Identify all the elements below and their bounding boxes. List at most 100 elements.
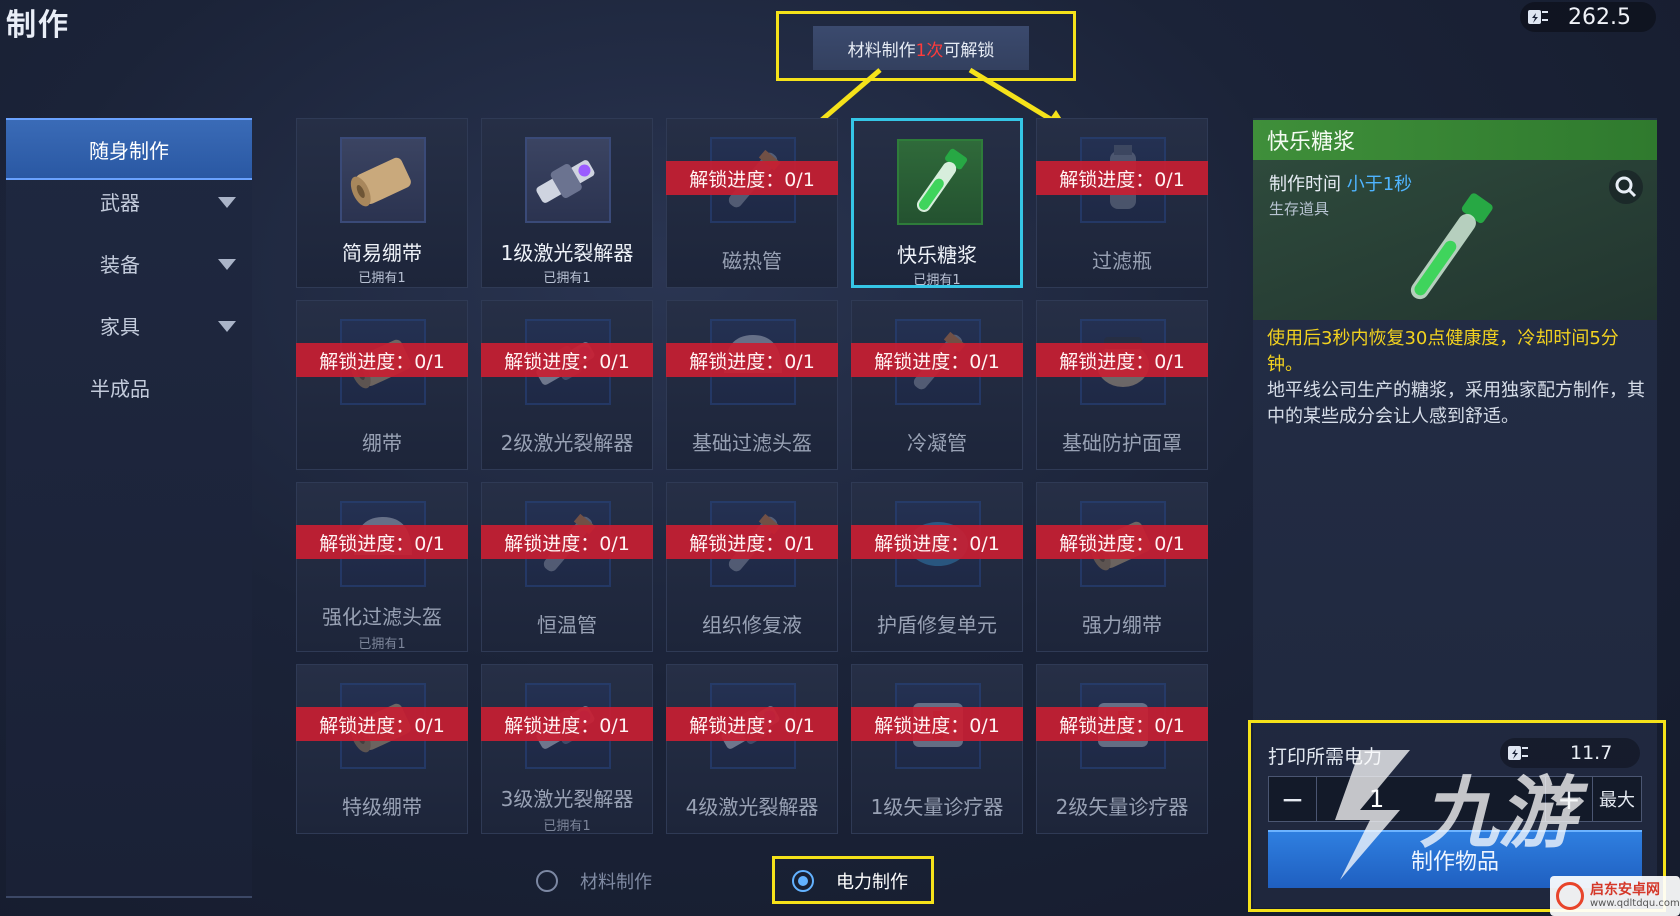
unlock-progress: 解锁进度：0/1 <box>296 525 468 559</box>
recipe-card[interactable]: 解锁进度：0/1 4级激光裂解器 <box>666 664 838 834</box>
hint-pre: 材料制作 <box>847 40 916 61</box>
unlock-progress: 解锁进度：0/1 <box>296 343 468 377</box>
unlock-progress: 解锁进度：0/1 <box>851 707 1023 741</box>
unlock-progress: 解锁进度：0/1 <box>666 161 838 195</box>
hint-count: 1次 <box>915 40 944 61</box>
recipe-name: 1级激光裂解器 <box>500 241 634 265</box>
site-watermark: 启东安卓网 www.qdltdqu.com <box>1550 876 1680 916</box>
recipe-card[interactable]: 解锁进度：0/1 护盾修复单元 <box>851 482 1023 652</box>
sidebar-item-furniture[interactable]: 家具 <box>6 294 252 356</box>
recipe-name: 基础过滤头盔 <box>692 431 812 455</box>
recipe-name: 3级激光裂解器 <box>500 787 634 811</box>
chevron-down-icon <box>218 259 236 270</box>
owned-count: 已拥有1 <box>543 271 591 286</box>
unlock-progress: 解锁进度：0/1 <box>481 525 653 559</box>
power-plug-icon <box>1526 6 1550 28</box>
recipe-card[interactable]: 解锁进度：0/1 特级绷带 <box>296 664 468 834</box>
syrup-vial-icon <box>1410 193 1493 300</box>
recipe-name: 简易绷带 <box>342 241 422 265</box>
sidebar-item-label: 装备 <box>100 252 140 277</box>
recipe-name: 组织修复液 <box>702 613 802 637</box>
recipe-card[interactable]: 解锁进度：0/1 组织修复液 <box>666 482 838 652</box>
recipe-card[interactable]: 快乐糖浆 已拥有1 <box>851 118 1023 288</box>
radio-off-icon <box>536 870 558 892</box>
power-plug-icon <box>1506 742 1530 764</box>
recipe-card[interactable]: 解锁进度：0/1 3级激光裂解器已拥有1 <box>481 664 653 834</box>
recipe-card[interactable]: 简易绷带已拥有1 <box>296 118 468 288</box>
detail-title: 快乐糖浆 <box>1253 120 1657 160</box>
recipe-card[interactable]: 解锁进度：0/1 2级激光裂解器 <box>481 300 653 470</box>
craft-mode-toggle: 材料制作 电力制作 <box>520 856 1240 906</box>
recipe-name: 1级矢量诊疗器 <box>870 795 1004 819</box>
quantity-value: 1 <box>1369 785 1385 813</box>
unlock-progress: 解锁进度：0/1 <box>666 343 838 377</box>
recipe-name: 冷凝管 <box>907 431 967 455</box>
sidebar-item-label: 武器 <box>100 190 140 215</box>
sidebar-item-label: 半成品 <box>90 376 150 401</box>
recipe-name: 磁热管 <box>722 249 782 273</box>
sidebar-item-weapons[interactable]: 武器 <box>6 170 252 232</box>
mode-power[interactable]: 电力制作 <box>792 868 908 894</box>
recipe-name: 绷带 <box>362 431 402 455</box>
owned-count: 已拥有1 <box>543 819 591 834</box>
bandage-icon <box>340 137 426 223</box>
recipe-card[interactable]: 解锁进度：0/1 磁热管 <box>666 118 838 288</box>
craft-time-label: 制作时间 <box>1269 174 1341 195</box>
hint-post: 可解锁 <box>943 40 995 61</box>
sidebar-item-label: 家具 <box>100 314 140 339</box>
recipe-name: 4级激光裂解器 <box>685 795 819 819</box>
item-category: 生存道具 <box>1269 200 1330 218</box>
recipe-card[interactable]: 解锁进度：0/1 基础防护面罩 <box>1036 300 1208 470</box>
unlock-progress: 解锁进度：0/1 <box>851 343 1023 377</box>
owned-count: 已拥有1 <box>913 273 961 288</box>
recipe-card[interactable]: 解锁进度：0/1 2级矢量诊疗器 <box>1036 664 1208 834</box>
unlock-progress: 解锁进度：0/1 <box>666 707 838 741</box>
category-sidebar: 随身制作 武器 装备 家具 半成品 <box>6 118 252 898</box>
max-button[interactable]: 最大 <box>1593 777 1641 821</box>
unlock-progress: 解锁进度：0/1 <box>1036 343 1208 377</box>
recipe-card[interactable]: 1级激光裂解器已拥有1 <box>481 118 653 288</box>
lore-text: 地平线公司生产的糖浆，采用独家配方制作，其中的某些成分会让人感到舒适。 <box>1267 380 1645 427</box>
recipe-name: 恒温管 <box>537 613 597 637</box>
radio-on-icon <box>792 870 814 892</box>
unlock-progress: 解锁进度：0/1 <box>1036 707 1208 741</box>
recipe-name: 护盾修复单元 <box>877 613 997 637</box>
owned-count: 已拥有1 <box>358 271 406 286</box>
recipe-name: 强力绷带 <box>1082 613 1162 637</box>
unlock-progress: 解锁进度：0/1 <box>1036 525 1208 559</box>
recipe-card[interactable]: 解锁进度：0/1 恒温管 <box>481 482 653 652</box>
unlock-hint: 材料制作 1次 可解锁 <box>813 26 1029 70</box>
mode-label: 材料制作 <box>580 872 652 893</box>
recipe-name: 2级激光裂解器 <box>500 431 634 455</box>
craft-time-value: 小于1秒 <box>1346 174 1413 195</box>
unlock-progress: 解锁进度：0/1 <box>481 707 653 741</box>
craft-time: 制作时间 小于1秒 <box>1269 170 1412 196</box>
recipe-name: 特级绷带 <box>342 795 422 819</box>
decrease-button[interactable]: − <box>1269 777 1317 821</box>
quantity-stepper: − 1 + 最大 <box>1268 776 1642 822</box>
syrup-icon <box>897 139 983 225</box>
power-value: 262.5 <box>1568 4 1631 30</box>
unlock-progress: 解锁进度：0/1 <box>296 707 468 741</box>
site-title: 启东安卓网 <box>1590 882 1660 898</box>
recipe-name: 基础防护面罩 <box>1062 431 1182 455</box>
mode-material[interactable]: 材料制作 <box>536 868 652 894</box>
mode-label: 电力制作 <box>836 872 908 893</box>
recipe-card[interactable]: 解锁进度：0/1 强力绷带 <box>1036 482 1208 652</box>
zoom-button[interactable] <box>1609 170 1643 204</box>
recipe-card[interactable]: 解锁进度：0/1 冷凝管 <box>851 300 1023 470</box>
unlock-progress: 解锁进度：0/1 <box>481 343 653 377</box>
power-cost-label: 打印所需电力 <box>1268 746 1383 768</box>
power-readout: 262.5 <box>1520 2 1656 32</box>
power-cost: 11.7 <box>1500 738 1640 768</box>
recipe-card[interactable]: 解锁进度：0/1 绷带 <box>296 300 468 470</box>
recipe-card[interactable]: 解锁进度：0/1 基础过滤头盔 <box>666 300 838 470</box>
recipe-card[interactable]: 解锁进度：0/1 过滤瓶 <box>1036 118 1208 288</box>
sidebar-item-intermediates[interactable]: 半成品 <box>6 356 252 418</box>
unlock-progress: 解锁进度：0/1 <box>1036 161 1208 195</box>
recipe-card[interactable]: 解锁进度：0/1 强化过滤头盔 已拥有1 <box>296 482 468 652</box>
page-title: 制作 <box>6 8 70 43</box>
sidebar-item-equipment[interactable]: 装备 <box>6 232 252 294</box>
recipe-card[interactable]: 解锁进度：0/1 1级矢量诊疗器 <box>851 664 1023 834</box>
increase-button[interactable]: + <box>1545 777 1593 821</box>
